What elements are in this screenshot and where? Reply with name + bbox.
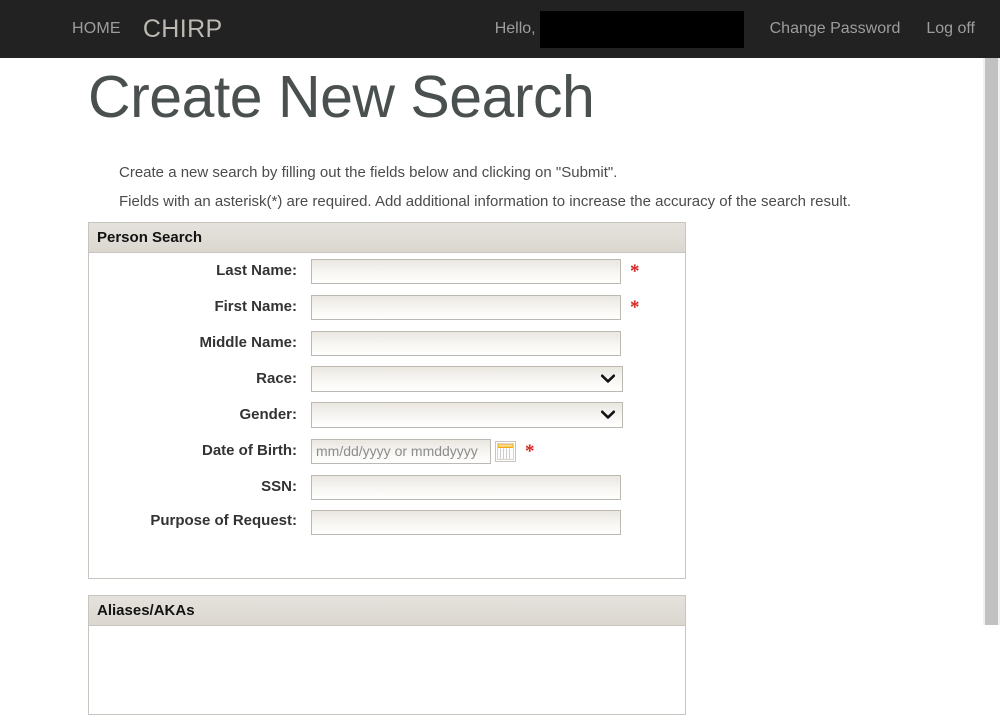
label-gender: Gender:	[239, 406, 297, 424]
gender-select-wrapper	[311, 402, 623, 428]
page-body: Create New Search Create a new search by…	[0, 58, 1000, 715]
form-row-ssn: SSN:	[89, 469, 685, 505]
form-row-date-of-birth: Date of Birth: mm/dd/yyyy or mmddyyyy *	[89, 433, 685, 469]
label-purpose-of-request: Purpose of Request:	[150, 512, 297, 529]
form-row-race: Race:	[89, 361, 685, 397]
control-date-of-birth: *	[311, 438, 535, 464]
change-password-link[interactable]: Change Password	[770, 20, 901, 38]
label-race: Race:	[256, 370, 297, 388]
nav-home-link[interactable]: HOME	[72, 20, 121, 38]
greeting-label: Hello,	[494, 20, 536, 37]
race-select-wrapper	[311, 366, 623, 392]
nav-right-group: Hello, Change Password Log off	[495, 0, 975, 58]
control-ssn	[311, 474, 630, 500]
content-container: Create New Search Create a new search by…	[38, 58, 950, 715]
aliases-akas-panel: Aliases/AKAs	[88, 595, 686, 715]
required-star-first-name: *	[630, 296, 640, 318]
label-date-of-birth: Date of Birth:	[202, 442, 297, 460]
calendar-icon-glyph	[497, 442, 514, 460]
required-star-last-name: *	[630, 260, 640, 282]
person-search-panel: Person Search Last Name: * First Name: *…	[88, 222, 686, 579]
first-name-input[interactable]	[311, 294, 621, 320]
form-row-purpose-of-request: Purpose of Request:	[89, 505, 685, 549]
calendar-icon[interactable]	[495, 440, 516, 462]
last-name-input[interactable]	[311, 258, 621, 284]
control-first-name: *	[311, 294, 640, 320]
ssn-input[interactable]	[311, 474, 621, 500]
aliases-akas-panel-header: Aliases/AKAs	[89, 596, 685, 626]
log-off-link[interactable]: Log off	[926, 20, 975, 38]
middle-name-input[interactable]	[311, 330, 621, 356]
person-search-panel-title: Person Search	[97, 229, 203, 246]
required-star-date-of-birth: *	[525, 440, 535, 462]
aliases-akas-panel-title: Aliases/AKAs	[97, 602, 195, 619]
intro-text-block: Create a new search by filling out the f…	[119, 162, 949, 219]
control-middle-name	[311, 330, 630, 356]
label-ssn: SSN:	[261, 478, 297, 496]
form-row-gender: Gender:	[89, 397, 685, 433]
control-purpose-of-request	[311, 505, 630, 535]
race-select[interactable]	[311, 366, 623, 392]
purpose-of-request-input[interactable]	[311, 510, 621, 535]
form-row-last-name: Last Name: *	[89, 253, 685, 289]
label-middle-name: Middle Name:	[199, 334, 297, 352]
label-last-name: Last Name:	[216, 262, 297, 280]
control-race	[311, 366, 632, 392]
form-row-middle-name: Middle Name:	[89, 325, 685, 361]
date-of-birth-input[interactable]	[311, 438, 491, 464]
control-gender	[311, 402, 632, 428]
person-search-panel-body: Last Name: * First Name: * Middle Name: …	[89, 253, 685, 549]
page-title: Create New Search	[88, 64, 595, 130]
intro-line-1: Create a new search by filling out the f…	[119, 164, 618, 181]
nav-brand-chirp[interactable]: CHIRP	[143, 15, 223, 44]
username-redacted-box	[539, 10, 744, 48]
gender-select[interactable]	[311, 402, 623, 428]
intro-line-2: Fields with an asterisk(*) are required.…	[119, 192, 852, 210]
person-search-panel-header: Person Search	[89, 223, 685, 253]
page-scrollbar-thumb[interactable]	[985, 58, 998, 625]
form-row-first-name: First Name: *	[89, 289, 685, 325]
control-last-name: *	[311, 258, 640, 284]
label-first-name: First Name:	[214, 298, 297, 316]
nav-left-group: HOME CHIRP	[72, 0, 223, 58]
top-navigation-bar: HOME CHIRP Hello, Change Password Log of…	[0, 0, 1000, 58]
